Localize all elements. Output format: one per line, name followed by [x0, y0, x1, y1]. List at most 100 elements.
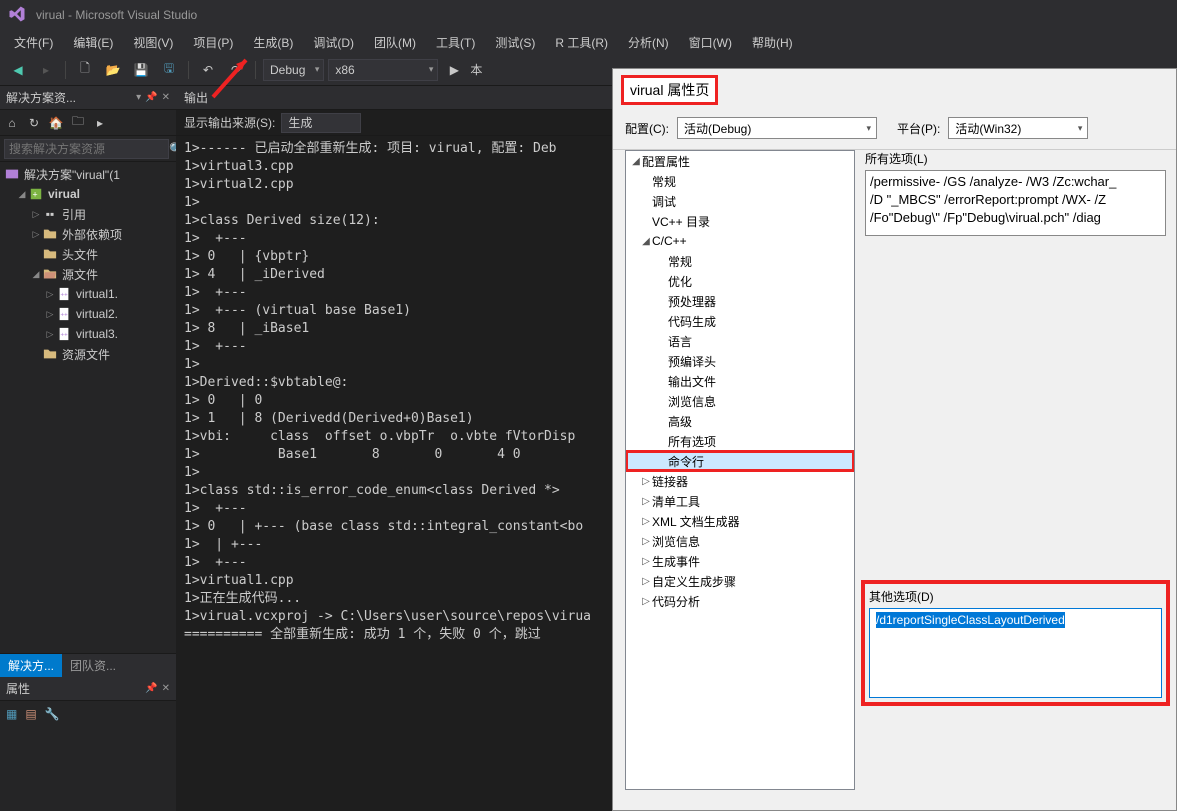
source-file-2[interactable]: ▷ ++ virtual2.	[0, 304, 176, 324]
menu-project[interactable]: 项目(P)	[183, 32, 243, 53]
tree-general[interactable]: 常规	[626, 171, 854, 191]
menu-window[interactable]: 窗口(W)	[679, 32, 742, 53]
solution-search-input[interactable]	[4, 139, 169, 159]
menu-help[interactable]: 帮助(H)	[742, 32, 803, 53]
tree-ccpp-language[interactable]: 语言	[626, 331, 854, 351]
external-deps-node[interactable]: ▷ 外部依赖项	[0, 224, 176, 244]
new-project-icon[interactable]: 🗋	[73, 58, 97, 82]
tab-team[interactable]: 团队资...	[62, 654, 124, 677]
tree-linker[interactable]: ▷链接器	[626, 471, 854, 491]
pin-icon[interactable]: 📌	[145, 92, 157, 103]
menu-view[interactable]: 视图(V)	[123, 32, 183, 53]
tree-buildevents[interactable]: ▷生成事件	[626, 551, 854, 571]
categorized-icon[interactable]: ▦	[6, 707, 17, 721]
config-combo[interactable]: 活动(Debug)	[677, 117, 877, 139]
source-file-1-label: virtual1.	[76, 287, 118, 301]
tree-ccpp[interactable]: ◢C/C++	[626, 231, 854, 251]
expand-icon[interactable]: ▷	[44, 329, 56, 340]
menu-test[interactable]: 测试(S)	[485, 32, 545, 53]
tree-manifest[interactable]: ▷清单工具	[626, 491, 854, 511]
solution-tree: 解决方案"virual"(1 ◢ + virual ▷ ▪▪ 引用 ▷ 外部依赖…	[0, 162, 176, 653]
more-icon[interactable]: ▸	[92, 115, 108, 131]
source-file-1[interactable]: ▷ ++ virtual1.	[0, 284, 176, 304]
collapse-icon[interactable]: ◢	[16, 189, 28, 200]
menu-debug[interactable]: 调试(D)	[303, 32, 364, 53]
home-icon[interactable]: ⌂	[4, 115, 20, 131]
source-file-3[interactable]: ▷ ++ virtual3.	[0, 324, 176, 344]
references-node[interactable]: ▷ ▪▪ 引用	[0, 204, 176, 224]
run-label[interactable]: 本	[470, 61, 482, 78]
sync-icon[interactable]: ↻	[26, 115, 42, 131]
alpha-icon[interactable]: ▤	[25, 707, 36, 721]
svg-text:++: ++	[61, 292, 69, 299]
all-options-box[interactable]: /permissive- /GS /analyze- /W3 /Zc:wchar…	[865, 170, 1166, 236]
tree-codeanalysis[interactable]: ▷代码分析	[626, 591, 854, 611]
tree-ccpp-general[interactable]: 常规	[626, 251, 854, 271]
other-options-value: /d1reportSingleClassLayoutDerived	[876, 612, 1065, 628]
menu-team[interactable]: 团队(M)	[364, 32, 426, 53]
undo-icon[interactable]: ↶	[196, 58, 220, 82]
tree-vcpp-dirs[interactable]: VC++ 目录	[626, 211, 854, 231]
home2-icon[interactable]: 🏠	[48, 115, 64, 131]
redo-icon[interactable]: ↷	[224, 58, 248, 82]
tree-xmldoc[interactable]: ▷XML 文档生成器	[626, 511, 854, 531]
platform-combo[interactable]: x86	[328, 59, 438, 81]
tree-ccpp-output[interactable]: 输出文件	[626, 371, 854, 391]
project-node[interactable]: ◢ + virual	[0, 184, 176, 204]
run-icon[interactable]: ▶	[442, 58, 466, 82]
menu-file[interactable]: 文件(F)	[4, 32, 63, 53]
menu-rtools[interactable]: R 工具(R)	[545, 32, 618, 53]
output-source-label: 显示输出来源(S):	[184, 114, 275, 131]
menu-build[interactable]: 生成(B)	[243, 32, 303, 53]
expand-icon[interactable]: ▷	[30, 229, 42, 240]
tree-config-root[interactable]: ◢配置属性	[626, 151, 854, 171]
solution-root-label: 解决方案"virual"(1	[24, 166, 120, 183]
config-combo[interactable]: Debug	[263, 59, 324, 81]
wrench-icon[interactable]: 🔧	[45, 707, 60, 721]
tree-ccpp-advanced[interactable]: 高级	[626, 411, 854, 431]
collapse-icon[interactable]: ◢	[30, 269, 42, 280]
expand-icon[interactable]: ▷	[30, 209, 42, 220]
menu-tools[interactable]: 工具(T)	[426, 32, 485, 53]
output-source-combo[interactable]: 生成	[281, 113, 361, 133]
platform-combo[interactable]: 活动(Win32)	[948, 117, 1088, 139]
dialog-title: virual 属性页	[621, 75, 718, 105]
tree-ccpp-optimize[interactable]: 优化	[626, 271, 854, 291]
headers-node[interactable]: 头文件	[0, 244, 176, 264]
close-icon[interactable]: ✕	[162, 92, 170, 103]
tree-ccpp-cmdline[interactable]: 命令行	[626, 451, 854, 471]
tree-ccpp-codegen[interactable]: 代码生成	[626, 311, 854, 331]
tree-ccpp-pch[interactable]: 预编译头	[626, 351, 854, 371]
close-icon[interactable]: ✕	[162, 683, 170, 694]
nav-fwd-icon[interactable]: ▸	[34, 58, 58, 82]
tree-custombuild[interactable]: ▷自定义生成步骤	[626, 571, 854, 591]
dropdown-icon[interactable]: ▾	[136, 92, 141, 103]
menu-edit[interactable]: 编辑(E)	[63, 32, 123, 53]
expand-icon[interactable]: ▷	[44, 309, 56, 320]
save-icon[interactable]: 💾	[129, 58, 153, 82]
tree-ccpp-browse[interactable]: 浏览信息	[626, 391, 854, 411]
menubar: 文件(F) 编辑(E) 视图(V) 项目(P) 生成(B) 调试(D) 团队(M…	[0, 30, 1177, 54]
tree-ccpp-allopts[interactable]: 所有选项	[626, 431, 854, 451]
save-all-icon[interactable]: 🖫	[157, 58, 181, 82]
showall-icon[interactable]: 🗀	[70, 115, 86, 131]
platform-label: 平台(P):	[897, 120, 940, 137]
pin-icon[interactable]: 📌	[145, 683, 157, 694]
all-options-label: 所有选项(L)	[865, 150, 1166, 167]
references-icon: ▪▪	[42, 206, 58, 222]
nav-back-icon[interactable]: ◀	[6, 58, 30, 82]
tab-solution[interactable]: 解决方...	[0, 654, 62, 677]
sources-node[interactable]: ◢ 源文件	[0, 264, 176, 284]
headers-label: 头文件	[62, 246, 98, 263]
resources-node[interactable]: 资源文件	[0, 344, 176, 364]
tree-debug[interactable]: 调试	[626, 191, 854, 211]
menu-analyze[interactable]: 分析(N)	[618, 32, 679, 53]
window-title: virual - Microsoft Visual Studio	[36, 8, 197, 22]
solution-root[interactable]: 解决方案"virual"(1	[0, 164, 176, 184]
other-options-textbox[interactable]: /d1reportSingleClassLayoutDerived	[869, 608, 1162, 698]
expand-icon[interactable]: ▷	[44, 289, 56, 300]
tree-browseinfo[interactable]: ▷浏览信息	[626, 531, 854, 551]
open-icon[interactable]: 📂	[101, 58, 125, 82]
tree-ccpp-preprocessor[interactable]: 预处理器	[626, 291, 854, 311]
folder-icon	[42, 226, 58, 242]
